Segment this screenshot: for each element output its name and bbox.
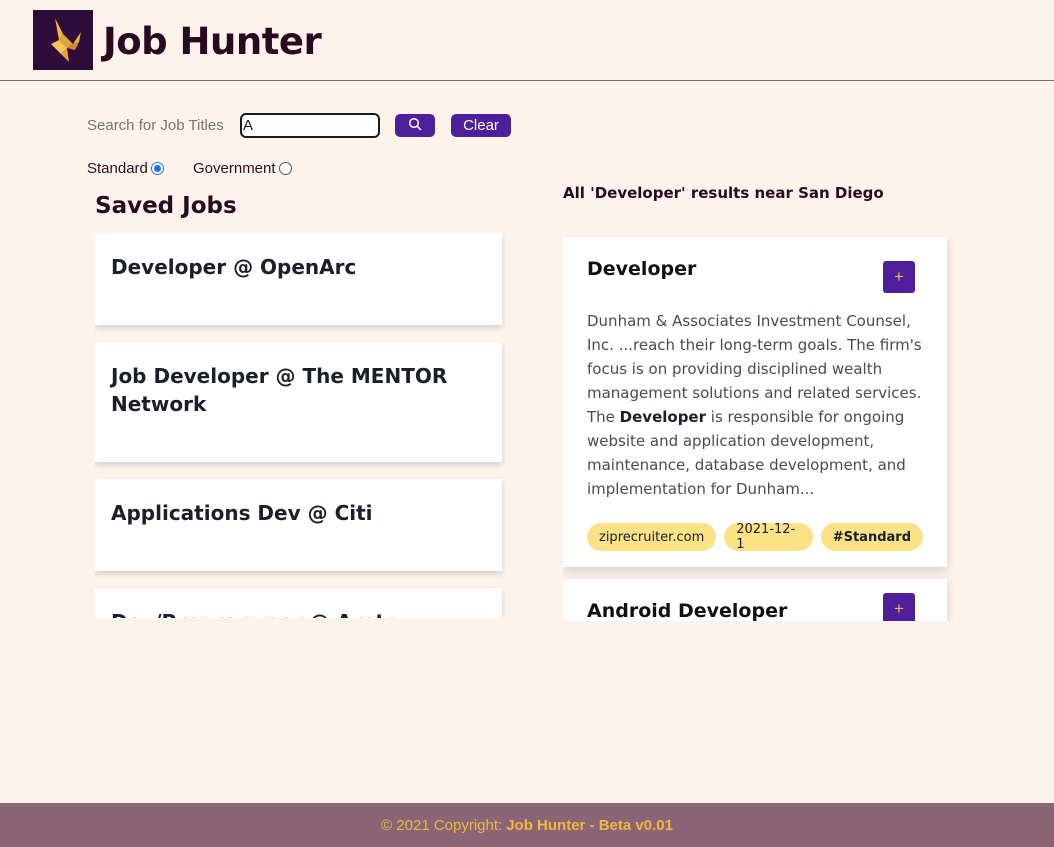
saved-job-card[interactable]: Applications Dev @ Citi — [95, 479, 502, 571]
saved-jobs-list[interactable]: Developer @ OpenArc Job Developer @ The … — [95, 233, 505, 618]
result-tags: ziprecruiter.com 2021-12-1 #Standard — [587, 522, 923, 552]
saved-jobs-title: Saved Jobs — [95, 193, 237, 219]
date-tag: 2021-12-1 — [724, 522, 813, 552]
result-description: Dunham & Associates Investment Counsel, … — [587, 309, 925, 501]
saved-job-title: Job Developer @ The MENTOR Network — [111, 364, 448, 416]
saved-job-title: Dev/Programmer @ Arete Technologies — [111, 610, 399, 618]
saved-job-card[interactable]: Job Developer @ The MENTOR Network — [95, 342, 502, 462]
result-title: Developer — [587, 258, 697, 280]
radio-government[interactable]: Government — [193, 160, 292, 177]
type-tag: #Standard — [820, 523, 923, 551]
results-list[interactable]: Developer + Dunham & Associates Investme… — [563, 237, 953, 621]
search-button[interactable] — [395, 114, 435, 137]
result-desc-keyword: Developer — [619, 408, 707, 426]
saved-job-card[interactable]: Developer @ OpenArc — [95, 233, 502, 325]
page-footer: © 2021 Copyright: Job Hunter - Beta v0.0… — [0, 803, 1054, 847]
search-icon — [408, 117, 422, 134]
search-title-input[interactable] — [87, 113, 227, 138]
result-card: Android Developer + — [563, 579, 947, 621]
saved-job-card[interactable]: Dev/Programmer @ Arete Technologies — [95, 588, 502, 618]
source-tag: ziprecruiter.com — [587, 523, 717, 551]
radio-government-input[interactable] — [278, 162, 292, 175]
saved-job-title: Applications Dev @ Citi — [111, 501, 373, 525]
results-title: All 'Developer' results near San Diego — [563, 184, 884, 202]
radio-standard-input[interactable] — [150, 162, 164, 175]
add-job-button[interactable]: + — [883, 593, 915, 621]
radio-government-label: Government — [193, 160, 276, 177]
result-title: Android Developer — [587, 600, 788, 621]
radio-standard[interactable]: Standard — [87, 160, 164, 177]
saved-job-title: Developer @ OpenArc — [111, 255, 357, 279]
crane-logo-icon[interactable] — [33, 10, 93, 70]
footer-brand: Job Hunter - Beta v0.01 — [506, 816, 673, 834]
search-input[interactable] — [240, 113, 380, 138]
app-title: Job Hunter — [103, 20, 322, 63]
footer-copyright: © 2021 Copyright: — [381, 816, 503, 834]
result-card: Developer + Dunham & Associates Investme… — [563, 237, 947, 567]
add-job-button[interactable]: + — [883, 261, 915, 293]
radio-standard-label: Standard — [87, 160, 148, 177]
app-header: Job Hunter — [0, 0, 1054, 81]
clear-button[interactable]: Clear — [451, 114, 511, 137]
